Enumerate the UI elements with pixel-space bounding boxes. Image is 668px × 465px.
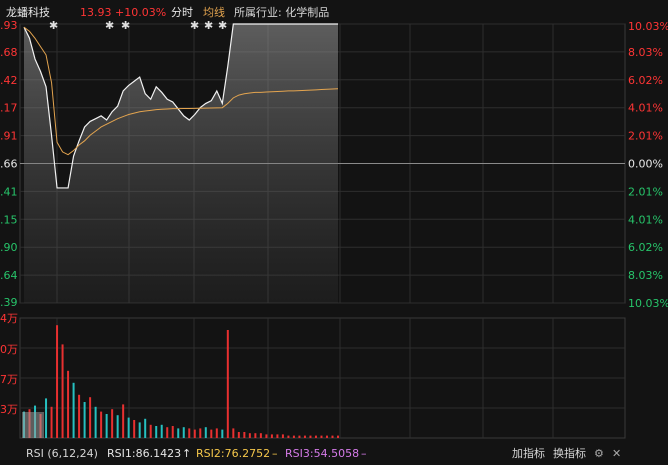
stock-name[interactable]: 龙蟠科技 (6, 6, 50, 20)
volume-bar (325, 435, 328, 438)
volume-bar (144, 418, 147, 438)
price-tick-label: .41 (0, 185, 18, 198)
volume-bar (94, 406, 97, 438)
rsi2-arrow-icon: – (272, 447, 278, 460)
volume-bar (309, 435, 312, 438)
rsi-label[interactable]: RSI (6,12,24) (26, 447, 98, 461)
volume-bar (221, 429, 224, 438)
volume-bar (56, 325, 59, 438)
avg-line-label[interactable]: 均线 (203, 6, 225, 20)
volume-bar (337, 435, 339, 438)
price-tick-label: .68 (0, 46, 18, 59)
volume-bar (155, 426, 158, 438)
pct-tick-label: 8.03% (628, 46, 663, 59)
industry-label[interactable]: 所属行业: 化学制品 (234, 6, 329, 20)
volume-bar (149, 424, 152, 438)
mode-label[interactable]: 分时 (171, 6, 193, 20)
volume-bar (122, 404, 125, 438)
volume-bar (61, 344, 64, 438)
price-tick-label: .91 (0, 130, 18, 143)
pct-tick-label: 8.03% (628, 269, 663, 282)
add-indicator-button[interactable]: 加指标 (512, 447, 545, 461)
volume-bar (67, 370, 70, 438)
volume-bar (287, 435, 290, 438)
volume-bar (116, 415, 119, 438)
indicator-bar: RSI (6,12,24) RSI1:86.1423 ↑ RSI2:76.275… (0, 445, 668, 465)
pct-tick-label: 4.01% (628, 102, 663, 115)
volume-bar (50, 406, 53, 438)
volume-bar (105, 414, 108, 438)
price-tick-label: .39 (0, 296, 18, 309)
price-tick-label: .64 (0, 269, 18, 282)
price-tick-label: .17 (0, 102, 18, 115)
volume-bar (259, 433, 262, 438)
volume-bar (171, 426, 174, 438)
price-change: +10.03% (115, 6, 167, 19)
volume-bar (292, 435, 295, 438)
volume-tick-label: 3万 (0, 403, 18, 416)
volume-bar (138, 422, 141, 438)
price-tick-label: .66 (0, 158, 18, 171)
volume-bar (276, 434, 279, 438)
volume-bar (303, 435, 306, 438)
volume-tick-label: 7万 (0, 373, 18, 386)
volume-bar (314, 435, 317, 438)
rsi1-arrow-icon: ↑ (182, 447, 192, 460)
auction-volume-block (22, 412, 44, 438)
pct-tick-label: 2.01% (628, 185, 663, 198)
volume-bar (166, 427, 169, 438)
volume-bar (177, 428, 180, 438)
rsi3-arrow-icon: – (361, 447, 367, 460)
volume-bar (78, 394, 81, 438)
volume-bar (270, 434, 273, 438)
volume-bar (331, 435, 334, 438)
rsi1-value: RSI1:86.1423 (107, 447, 182, 460)
pct-tick-label: 2.01% (628, 130, 663, 143)
close-icon[interactable]: ✕ (612, 447, 621, 461)
price-tick-label: .90 (0, 241, 18, 254)
price-tick-label: .42 (0, 74, 18, 87)
volume-bar (210, 429, 213, 438)
volume-bar (232, 428, 235, 438)
volume-bar (320, 435, 323, 438)
pct-tick-label: 4.01% (628, 213, 663, 226)
volume-bar (243, 432, 246, 438)
rsi2-value: RSI2:76.2752 (196, 447, 271, 460)
volume-bar (254, 433, 257, 438)
rsi3-value: RSI3:54.5058 (285, 447, 360, 460)
price-tick-label: .15 (0, 213, 18, 226)
volume-bar (188, 428, 191, 438)
volume-bar (281, 434, 284, 438)
volume-bar (127, 417, 130, 438)
volume-bar (226, 330, 229, 438)
volume-bar (215, 428, 218, 438)
current-price: 13.93 (80, 6, 112, 19)
volume-bar (193, 429, 196, 438)
volume-tick-label: 0万 (0, 343, 18, 356)
volume-bar (160, 424, 163, 438)
volume-bar (237, 432, 240, 438)
volume-bar (133, 420, 136, 438)
volume-bar (204, 427, 207, 438)
gear-icon[interactable]: ⚙ (594, 447, 604, 461)
volume-bar (265, 434, 268, 438)
volume-bar (72, 382, 75, 438)
volume-bar (199, 428, 202, 438)
pct-tick-label: 0.00% (628, 158, 663, 171)
volume-tick-label: 4万 (0, 312, 18, 325)
pct-tick-label: 10.03% (628, 297, 668, 310)
switch-indicator-button[interactable]: 换指标 (553, 447, 586, 461)
pct-tick-label: 6.02% (628, 74, 663, 87)
pct-tick-label: 6.02% (628, 241, 663, 254)
intraday-chart[interactable]: .93.68.42.17.91.66.41.15.90.64.3910.03%8… (0, 0, 668, 465)
header-bar: 龙蟠科技 13.93 +10.03% 分时 均线 所属行业: 化学制品 (0, 0, 668, 24)
volume-bar (100, 411, 103, 438)
volume-bar (182, 427, 185, 438)
volume-bar (45, 398, 48, 438)
volume-bar (298, 435, 301, 438)
volume-bar (111, 409, 114, 438)
volume-bar (83, 402, 86, 438)
volume-bar (248, 433, 251, 438)
volume-bar (89, 397, 92, 438)
